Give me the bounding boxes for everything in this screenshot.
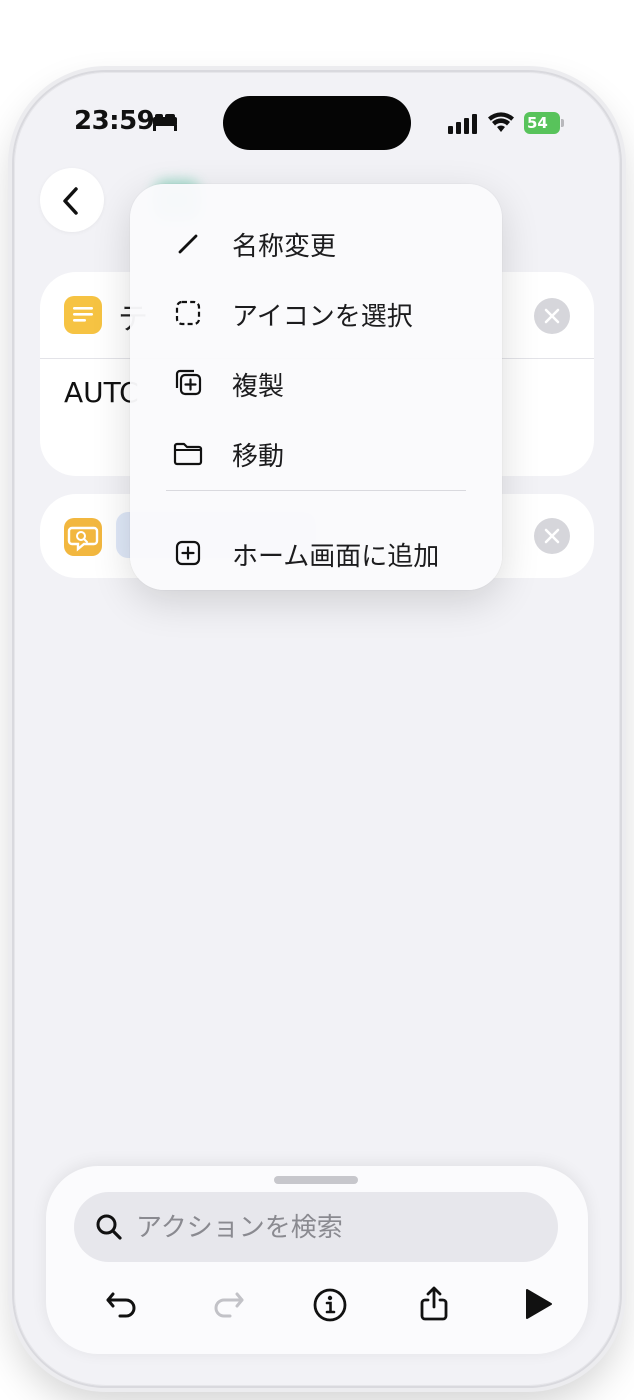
menu-item-label: 複製 (232, 372, 285, 402)
info-button[interactable] (304, 1278, 356, 1330)
menu-item-label: 移動 (232, 442, 285, 472)
menu-item-rename[interactable]: 名称変更 (130, 214, 502, 272)
share-button[interactable] (408, 1278, 460, 1330)
folder-icon (173, 442, 203, 466)
context-menu: 名称変更 アイコンを選択 複製 移動 ホーム画面に追加 (130, 184, 502, 590)
dashed-square-icon (175, 300, 201, 326)
battery-nub (561, 119, 564, 127)
back-button[interactable] (40, 168, 104, 232)
share-icon (420, 1286, 448, 1321)
delete-show-result-icon[interactable] (534, 518, 570, 554)
cellular-signal-icon (448, 114, 478, 134)
redo-button[interactable] (200, 1278, 252, 1330)
undo-icon (106, 1292, 136, 1318)
search-input[interactable] (134, 1192, 548, 1264)
play-icon (526, 1289, 552, 1319)
run-button[interactable] (512, 1278, 564, 1330)
battery-charging-icon: 54 (524, 112, 566, 134)
undo-button[interactable] (98, 1278, 150, 1330)
pencil-icon (178, 234, 198, 254)
wifi-icon (488, 112, 514, 134)
redo-icon (214, 1292, 244, 1318)
menu-item-choose-icon[interactable]: アイコンを選択 (130, 284, 502, 342)
sleep-icon (152, 114, 178, 132)
menu-item-label: アイコンを選択 (232, 302, 413, 332)
info-icon (313, 1288, 347, 1322)
dynamic-island (223, 96, 411, 150)
phone-screen: 23:59 54 テ AUTC (14, 72, 620, 1386)
chevron-left-icon (63, 187, 78, 215)
speech-bubble-icon (64, 518, 102, 556)
menu-item-move[interactable]: 移動 (130, 424, 502, 482)
menu-separator (166, 490, 466, 491)
menu-item-add-to-home-screen[interactable]: ホーム画面に追加 (130, 524, 502, 582)
search-icon (96, 1214, 122, 1240)
text-action-body[interactable]: AUTC (64, 376, 139, 409)
menu-item-label: 名称変更 (232, 232, 337, 262)
duplicate-icon (175, 369, 202, 396)
text-icon (64, 296, 102, 334)
search-field[interactable] (74, 1192, 558, 1264)
battery-level: 54 (524, 112, 560, 134)
add-square-icon (175, 540, 201, 566)
delete-text-action-icon[interactable] (534, 298, 570, 334)
status-bar: 23:59 54 (14, 72, 620, 172)
status-time: 23:59 (74, 106, 155, 136)
menu-item-duplicate[interactable]: 複製 (130, 354, 502, 412)
action-search-sheet (46, 1166, 588, 1354)
sheet-grabber[interactable] (274, 1176, 358, 1184)
menu-item-label: ホーム画面に追加 (232, 542, 440, 572)
